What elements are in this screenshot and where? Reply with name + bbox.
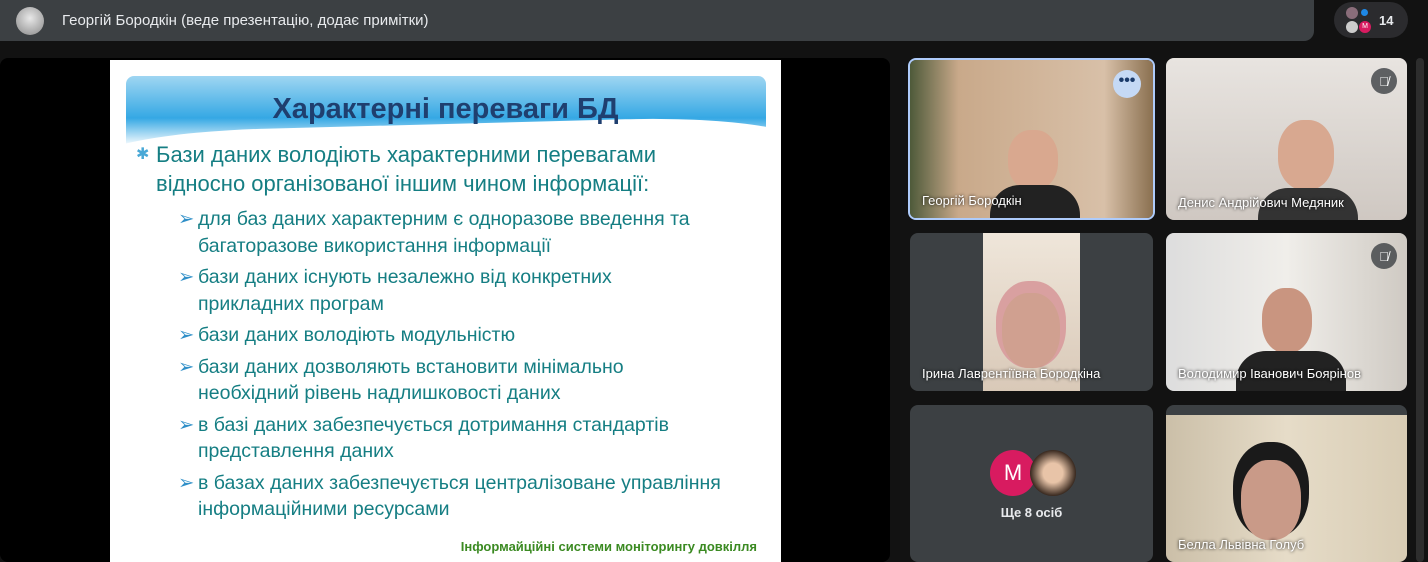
arrow-bullet-icon: ➢: [178, 355, 195, 378]
line: бази даних володіють модульністю: [198, 324, 516, 346]
scrollbar[interactable]: [1416, 58, 1424, 562]
line: бази даних існують незалежно від конкрет…: [198, 266, 612, 288]
mic-off-icon: 🎙̸: [1371, 243, 1397, 269]
sub-bullet: ➢ бази даних існують незалежно від конкре…: [178, 264, 778, 317]
slide-footer: Інформайційні системи моніторингу довкіл…: [460, 539, 757, 554]
line: бази даних дозволяють встановити мінімал…: [198, 355, 624, 378]
more-options-button[interactable]: •••: [1113, 70, 1141, 98]
participant-name: Денис Андрійович Медяник: [1178, 195, 1344, 210]
participant-face: [1002, 293, 1060, 368]
sub-bullet: ➢ бази даних володіють модульністю: [178, 322, 778, 349]
participant-avatar-m: M: [1359, 21, 1371, 33]
arrow-bullet-icon: ➢: [178, 266, 195, 288]
sub-bullet: ➢ в базах даних забезпечується централізо…: [178, 470, 778, 523]
slide-title: Характерні переваги БД: [272, 93, 619, 125]
participant-avatar: [1361, 9, 1368, 16]
arrow-bullet-icon: ➢: [178, 324, 195, 346]
line: багаторазове використання інформації: [198, 234, 552, 257]
sub-bullet: ➢ для баз даних характерним є одноразове …: [178, 206, 778, 259]
main-bullet-line: Бази даних володіють характерними перева…: [156, 142, 657, 167]
participant-name: Белла Львівна Голуб: [1178, 537, 1305, 552]
line: інформаційними ресурсами: [198, 498, 450, 520]
main-bullet-line: відносно організованої іншим чином інфор…: [156, 171, 650, 196]
sub-bullet: ➢ бази даних дозволяють встановити мініма…: [178, 354, 778, 407]
line: необхідний рівень надлишковості даних: [198, 382, 561, 404]
participant-tile[interactable]: 🎙̸ Денис Андрійович Медяник: [1166, 58, 1407, 220]
others-avatar-photo: [1030, 450, 1076, 496]
participant-name: Володимир Іванович Боярінов: [1178, 366, 1361, 381]
main-bullet: ✱ Бази даних володіють характерними пере…: [136, 140, 657, 198]
others-tile[interactable]: M Ще 8 осіб: [910, 405, 1153, 562]
participant-avatar: [1346, 21, 1358, 33]
bullet-star-icon: ✱: [136, 146, 150, 163]
presenter-avatar: [16, 6, 44, 35]
participant-tile[interactable]: Белла Львівна Голуб: [1166, 405, 1407, 562]
sub-bullets: ➢ для баз даних характерним є одноразове …: [178, 206, 778, 528]
participant-face: [1278, 120, 1334, 190]
line: представлення даних: [198, 440, 394, 462]
mic-off-icon: 🎙̸: [1371, 68, 1397, 94]
sub-bullet: ➢ в базі даних забезпечується дотримання …: [178, 412, 778, 465]
presenter-label: Георгій Бородкін (веде презентацію, дода…: [62, 12, 429, 29]
presentation-slide: Характерні переваги БД ✱ Бази даних воло…: [110, 60, 781, 562]
participants-button[interactable]: M 14: [1334, 2, 1408, 38]
participant-tile-presenter[interactable]: ••• Георгій Бородкін: [908, 58, 1155, 220]
participant-face: [1262, 288, 1312, 353]
participant-name: Ірина Лаврентіївна Бородкіна: [922, 366, 1101, 381]
participant-face: [1241, 460, 1301, 540]
arrow-bullet-icon: ➢: [178, 208, 195, 230]
arrow-bullet-icon: ➢: [178, 413, 195, 436]
line: в базах даних забезпечується централізов…: [198, 471, 721, 494]
participant-face: [1008, 130, 1058, 190]
line: в базі даних забезпечується дотримання с…: [198, 413, 669, 436]
arrow-bullet-icon: ➢: [178, 471, 195, 494]
participant-avatar: [1346, 7, 1358, 19]
participant-tile[interactable]: Ірина Лаврентіївна Бородкіна: [910, 233, 1153, 391]
participant-tile[interactable]: 🎙̸ Володимир Іванович Боярінов: [1166, 233, 1407, 391]
presenter-bar: Георгій Бородкін (веде презентацію, дода…: [0, 0, 1314, 41]
line: для баз даних характерним є одноразове в…: [198, 208, 690, 230]
participant-count: 14: [1379, 12, 1394, 28]
others-count-label: Ще 8 осіб: [1000, 505, 1063, 520]
participant-name: Георгій Бородкін: [922, 193, 1022, 208]
line: прикладних програм: [198, 292, 384, 315]
